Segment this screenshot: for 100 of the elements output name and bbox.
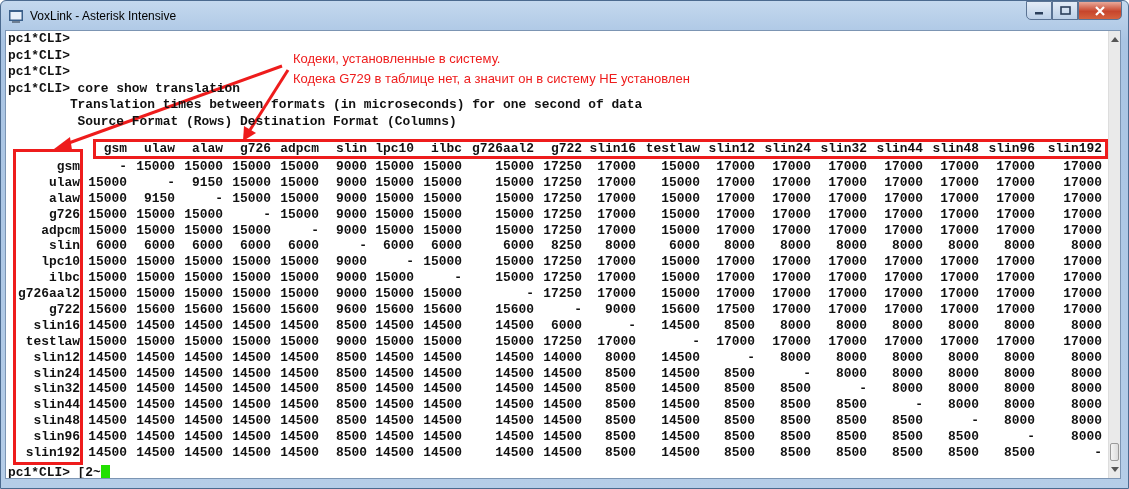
table-cell-text: 15000 bbox=[374, 286, 414, 303]
table-cell-text: 14500 bbox=[542, 445, 582, 461]
row-header: slin44 bbox=[32, 397, 80, 414]
table-cell-text: 14500 bbox=[231, 349, 271, 366]
table-cell-text: 17000 bbox=[995, 174, 1035, 191]
table-cell-text: 15000 bbox=[494, 174, 534, 191]
table-cell-text: 8000 bbox=[604, 238, 636, 255]
table-cell-text: 15000 bbox=[494, 270, 534, 287]
table-cell-text: 9000 bbox=[335, 254, 367, 271]
table-cell-text: 14500 bbox=[231, 317, 271, 334]
table-cell-text: 14500 bbox=[422, 349, 462, 366]
table-cell-text: 8000 bbox=[1070, 317, 1102, 334]
table-cell-text: 14500 bbox=[494, 349, 534, 366]
table-cell-text: 15000 bbox=[135, 222, 175, 239]
table-cell-text: 8000 bbox=[891, 381, 923, 398]
table-cell-text: 15000 bbox=[231, 333, 271, 350]
table-cell-text: 15000 bbox=[183, 222, 223, 239]
table-cell-text: 8000 bbox=[1003, 349, 1035, 366]
table-cell-text: 8500 bbox=[835, 413, 867, 430]
table-cell-text: 8000 bbox=[1003, 381, 1035, 398]
table-cell-text: 17000 bbox=[715, 333, 755, 350]
text-cursor bbox=[100, 465, 110, 478]
table-cell-text: - bbox=[802, 365, 811, 382]
table-cell-text: - bbox=[262, 206, 271, 223]
table-cell-text: 14500 bbox=[231, 429, 271, 446]
table-cell-text: 8500 bbox=[723, 413, 755, 430]
table-cell-text: - bbox=[746, 349, 755, 366]
row-header: g726 bbox=[48, 206, 80, 223]
table-cell-text: 14500 bbox=[542, 365, 582, 382]
table-cell-text: 8500 bbox=[335, 445, 367, 461]
table-cell-text: 9000 bbox=[335, 333, 367, 350]
table-cell-text: 8000 bbox=[835, 317, 867, 334]
table-cell-text: 14500 bbox=[422, 429, 462, 446]
table-cell-text: 14500 bbox=[87, 397, 127, 414]
table-cell-text: 15000 bbox=[135, 159, 175, 175]
table-cell-text: 14500 bbox=[374, 413, 414, 430]
table-cell-text: - bbox=[166, 174, 175, 191]
table-cell-text: 15000 bbox=[374, 222, 414, 239]
table-cell-text: - bbox=[310, 222, 319, 239]
table-cell-text: 6000 bbox=[95, 238, 127, 255]
row-header: ulaw bbox=[48, 174, 80, 191]
table-cell-text: 17000 bbox=[771, 174, 811, 191]
table-cell-text: 17000 bbox=[715, 222, 755, 239]
table-cell-text: - bbox=[453, 270, 462, 287]
table-cell-text: 15000 bbox=[422, 174, 462, 191]
column-header: slin96 bbox=[987, 142, 1035, 156]
table-cell-text: 15000 bbox=[660, 190, 700, 207]
table-cell-text: 15000 bbox=[87, 254, 127, 271]
table-cell-text: 6000 bbox=[502, 238, 534, 255]
table-cell-text: 8000 bbox=[604, 349, 636, 366]
table-cell-text: 15600 bbox=[231, 302, 271, 318]
column-header: lpc10 bbox=[374, 142, 414, 156]
table-cell-text: 14500 bbox=[183, 317, 223, 334]
table-cell-text: 17000 bbox=[827, 206, 867, 223]
minimize-button[interactable] bbox=[1026, 1, 1052, 20]
table-cell-text: 9000 bbox=[335, 206, 367, 223]
table-cell-text: 15000 bbox=[87, 174, 127, 191]
table-cell-text: - bbox=[573, 302, 582, 318]
table-cell-text: 14500 bbox=[135, 381, 175, 398]
table-cell-text: 8500 bbox=[835, 445, 867, 461]
table-cell-text: 8000 bbox=[723, 238, 755, 255]
scroll-thumb[interactable] bbox=[1110, 443, 1119, 461]
table-cell-text: - bbox=[214, 190, 223, 207]
table-cell-text: 14500 bbox=[135, 365, 175, 382]
column-header: slin32 bbox=[819, 142, 867, 156]
window-title: VoxLink - Asterisk Intensive bbox=[30, 8, 177, 23]
table-cell-text: 8000 bbox=[1070, 429, 1102, 446]
table-cell-text: 9000 bbox=[335, 190, 367, 207]
table-cell-text: 17000 bbox=[771, 302, 811, 318]
table-cell-text: 8000 bbox=[1070, 238, 1102, 255]
table-cell-text: 15000 bbox=[422, 286, 462, 303]
row-header: g726aal2 bbox=[17, 286, 80, 302]
table-cell-text: 8000 bbox=[891, 365, 923, 382]
table-cell-text: - bbox=[358, 238, 367, 255]
table-cell-text: 15000 bbox=[87, 333, 127, 350]
table-cell-text: 14500 bbox=[422, 365, 462, 382]
scrollbar[interactable] bbox=[1108, 31, 1120, 478]
table-cell-text: 14000 bbox=[542, 349, 582, 366]
table-cell-text: - bbox=[691, 333, 700, 350]
table-cell-text: 14500 bbox=[87, 317, 127, 334]
table-cell-text: 17000 bbox=[827, 270, 867, 287]
table-cell-text: 17000 bbox=[827, 302, 867, 318]
table-cell-text: 15000 bbox=[135, 254, 175, 271]
table-cell-text: 8000 bbox=[1003, 397, 1035, 414]
close-button[interactable] bbox=[1078, 1, 1122, 20]
table-cell-text: 17000 bbox=[995, 302, 1035, 318]
table-cell-text: 17000 bbox=[939, 286, 979, 303]
table-cell-text: 15000 bbox=[135, 206, 175, 223]
table-cell-text: 15000 bbox=[231, 159, 271, 175]
maximize-button[interactable] bbox=[1052, 1, 1078, 20]
table-cell-text: 8000 bbox=[891, 238, 923, 255]
table-cell-text: 15000 bbox=[183, 206, 223, 223]
table-cell-text: 17000 bbox=[883, 159, 923, 175]
table-cell-text: 17500 bbox=[715, 302, 755, 318]
column-header: g726aal2 bbox=[471, 142, 534, 156]
table-cell-text: 6000 bbox=[550, 317, 582, 334]
table-cell-text: 8000 bbox=[835, 349, 867, 366]
table-cell-text: 8500 bbox=[779, 381, 811, 398]
table-cell-text: 15000 bbox=[135, 286, 175, 303]
row-header: slin96 bbox=[32, 429, 80, 446]
